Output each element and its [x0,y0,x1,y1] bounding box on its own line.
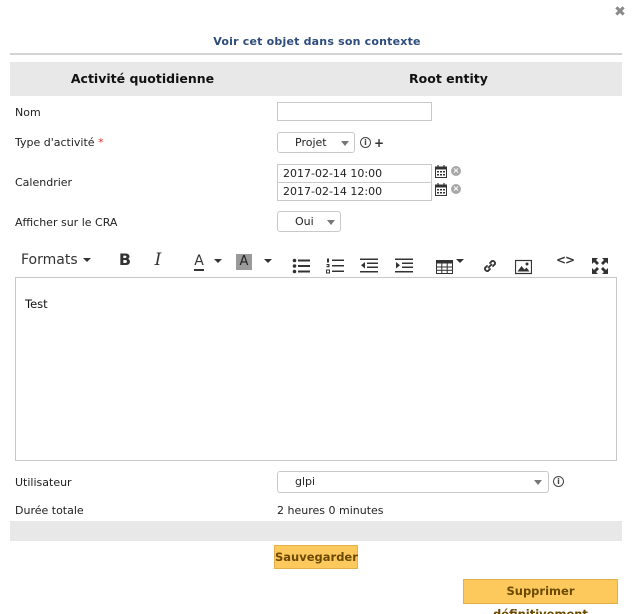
close-icon[interactable]: ✖ [613,5,627,19]
bg-color-dropdown[interactable] [262,246,274,274]
table-dropdown[interactable] [455,246,465,274]
calendrier-label: Calendrier [15,176,73,189]
source-code-button[interactable]: <> [553,246,577,274]
bullet-list-icon[interactable] [292,252,310,280]
afficher-select-value: Oui [295,215,314,228]
nom-label: Nom [15,106,41,119]
formats-label: Formats [21,252,78,268]
link-icon[interactable] [482,252,498,280]
editor-toolbar: Formats B I A A <> [15,246,617,275]
chevron-down-icon [214,258,222,263]
end-date-input[interactable] [277,182,432,201]
form-footer-bar [10,521,622,541]
chevron-down-icon [82,258,91,262]
chevron-down-icon [534,480,542,485]
duree-label: Durée totale [15,504,84,517]
form-header: Activité quotidienne Root entity [10,62,622,96]
rich-text-editor[interactable]: Test [15,277,617,461]
duree-value: 2 heures 0 minutes [277,504,384,517]
info-icon[interactable]: i [553,476,564,487]
numbered-list-icon[interactable] [326,252,344,280]
type-label-text: Type d'activité [15,136,95,149]
chevron-down-icon [264,258,272,263]
add-icon[interactable]: + [374,137,384,149]
type-select-value: Projet [295,136,327,149]
chevron-down-icon [327,220,335,225]
start-date-input[interactable] [277,164,432,183]
indent-icon[interactable] [395,252,413,280]
save-button[interactable]: Sauvegarder [274,545,358,569]
italic-button[interactable]: I [148,246,168,274]
bg-color-button[interactable]: A [233,246,255,274]
formats-dropdown[interactable]: Formats [21,246,93,274]
afficher-label: Afficher sur le CRA [15,216,118,229]
utilisateur-select[interactable]: glpi [277,471,549,493]
text-color-dropdown[interactable] [212,246,224,274]
view-in-context-link[interactable]: Voir cet objet dans son contexte [0,35,634,48]
afficher-select[interactable]: Oui [277,211,341,232]
clear-start-icon[interactable]: × [451,166,461,176]
text-color-icon: A [194,253,204,271]
type-label: Type d'activité * [15,136,104,149]
fullscreen-icon[interactable] [592,252,608,280]
utilisateur-select-value: glpi [295,475,316,488]
editor-content[interactable]: Test [25,297,48,311]
info-icon[interactable]: i [360,137,371,148]
type-select[interactable]: Projet [277,132,355,153]
divider [10,53,622,55]
required-mark: * [98,136,104,149]
nom-input[interactable] [277,102,432,121]
outdent-icon[interactable] [360,252,378,280]
clear-end-icon[interactable]: × [451,184,461,194]
bold-button[interactable]: B [115,246,135,274]
header-item-type: Activité quotidienne [70,71,215,86]
delete-permanently-button[interactable]: Supprimer définitivement [463,579,618,614]
chevron-down-icon [341,141,349,146]
calendar-icon[interactable] [435,165,447,178]
utilisateur-label: Utilisateur [15,476,72,489]
text-color-button[interactable]: A [188,246,210,274]
chevron-down-icon [456,258,464,263]
calendar-icon[interactable] [435,183,447,196]
header-entity: Root entity [409,71,488,86]
bg-color-icon: A [236,254,252,270]
